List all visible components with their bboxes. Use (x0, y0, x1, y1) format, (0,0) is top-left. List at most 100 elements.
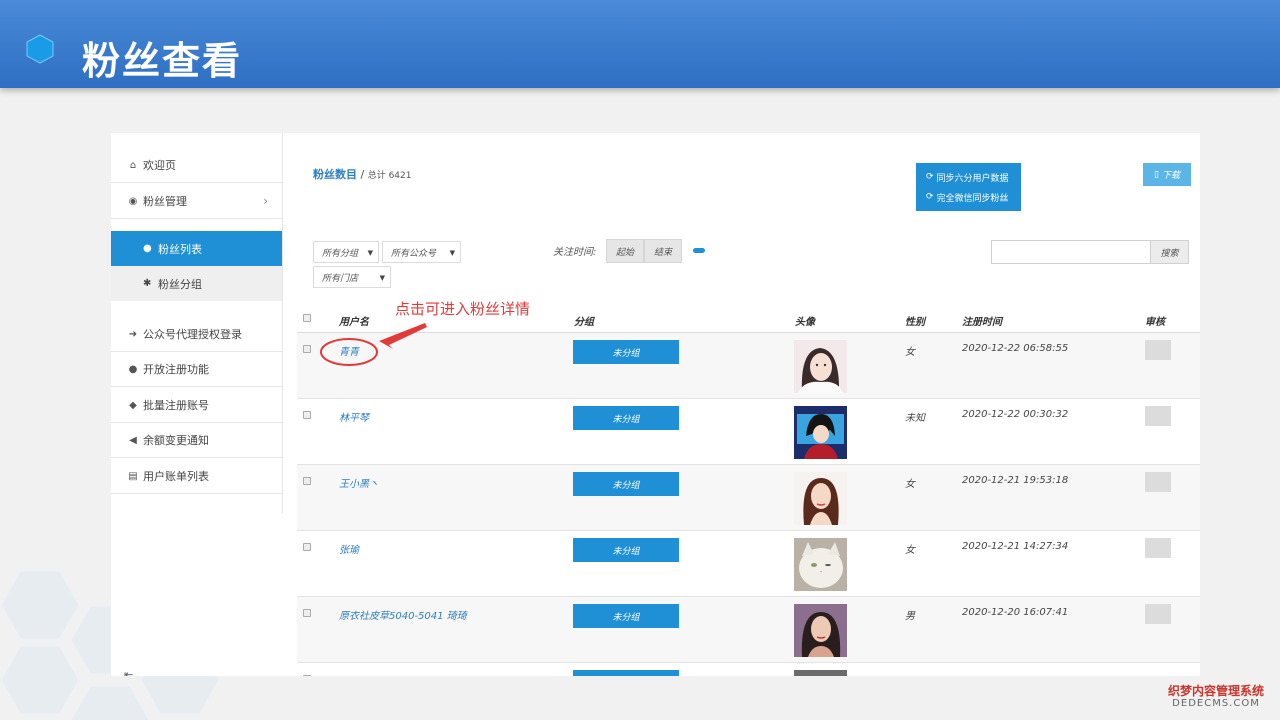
download-label: 下载 (1161, 171, 1180, 181)
gender-value: 女 (905, 479, 915, 490)
sidebar-item-label: 用户账单列表 (143, 470, 209, 483)
list-icon: ▤ (128, 470, 138, 482)
caret-down-icon: ▼ (367, 249, 373, 257)
table-row[interactable]: 张瑜 未分组 女 2020-12-21 14:27:34 (297, 531, 1200, 597)
sidebar-item-label: 欢迎页 (143, 159, 176, 172)
username-link[interactable]: 张瑜 (339, 541, 359, 556)
row-checkbox[interactable] (303, 609, 311, 617)
sidebar-item-label: 批量注册账号 (143, 399, 209, 412)
username-link[interactable]: 原衣社皮草5040-5041 琦琦 (339, 607, 467, 622)
column-header-audit: 审核 (1145, 317, 1165, 328)
refresh-icon: ⟳ (926, 192, 934, 202)
account-select[interactable]: 所有公众号 ▼ (382, 241, 461, 263)
group-button[interactable]: 未分组 (573, 538, 679, 562)
audit-toggle[interactable] (1145, 406, 1171, 426)
column-header-gender: 性别 (905, 317, 925, 328)
hexagon-icon (26, 34, 54, 64)
table-row[interactable]: 王小黑丶 未分组 女 2020-12-21 19:53:18 (297, 465, 1200, 531)
sidebar-subitem-label: 粉丝列表 (158, 242, 202, 256)
gender-value: 未知 (905, 413, 925, 424)
group-button[interactable]: 未分组 (573, 406, 679, 430)
select-all-checkbox[interactable] (303, 314, 311, 322)
store-select[interactable]: 所有门店 ▼ (313, 266, 391, 288)
row-checkbox[interactable] (303, 411, 311, 419)
sidebar-item-user-bills[interactable]: ▤ 用户账单列表 (111, 459, 282, 494)
file-download-icon: ▯ (1154, 169, 1159, 180)
sidebar-item-label: 余额变更通知 (143, 434, 209, 447)
gender-value: 女 (905, 347, 915, 358)
column-header-register-time: 注册时间 (962, 317, 1002, 328)
android-icon: ◆ (129, 399, 137, 411)
audit-toggle[interactable] (1145, 340, 1171, 360)
end-date-button[interactable]: 结束 (644, 239, 682, 263)
fans-total-count: 总计 6421 (367, 171, 412, 181)
username-link[interactable]: 青青 (339, 343, 359, 358)
sidebar-item-open-registration[interactable]: ● 开放注册功能 (111, 352, 282, 387)
download-button[interactable]: ▯ 下载 (1143, 163, 1191, 186)
sidebar-item-label: 粉丝管理 (143, 195, 187, 208)
sync-buttons: ⟳ 同步六分用户数据 ⟳ 完全微信同步粉丝 (916, 163, 1021, 211)
watermark-line2: DEDECMS.COM (1172, 698, 1260, 710)
sync-six-button[interactable]: ⟳ 同步六分用户数据 (926, 167, 1011, 187)
group-button[interactable]: 未分组 (573, 604, 679, 628)
gear-icon: ✱ (143, 278, 152, 289)
sync-full-label: 完全微信同步粉丝 (936, 193, 1009, 204)
row-checkbox[interactable] (303, 675, 311, 676)
sidebar-item-fans-management[interactable]: ◉ 粉丝管理 › (111, 184, 282, 219)
avatar (794, 604, 847, 657)
register-time-value: 2020-12-20 16:07:41 (962, 607, 1069, 618)
store-select-value: 所有门店 (322, 273, 359, 284)
sidebar-item-proxy-login[interactable]: ➜ 公众号代理授权登录 (111, 317, 282, 352)
caret-down-icon: ▼ (379, 274, 385, 282)
avatar (794, 472, 847, 525)
audit-toggle[interactable] (1145, 472, 1171, 492)
sidebar-subitem-fans-groups[interactable]: ✱ 粉丝分组 (111, 266, 282, 301)
sign-in-icon: ➜ (128, 328, 138, 340)
annotation-text: 点击可进入粉丝详情 (395, 300, 531, 318)
start-date-button[interactable]: 起始 (606, 239, 644, 263)
group-select-value: 所有分组 (322, 248, 359, 259)
caret-down-icon: ▼ (449, 249, 455, 257)
watermark: 织梦内容管理系统 DEDECMS.COM (1168, 684, 1264, 710)
sidebar-item-batch-register[interactable]: ◆ 批量注册账号 (111, 388, 282, 423)
date-clear-toggle[interactable] (693, 248, 705, 253)
group-button[interactable] (573, 670, 679, 676)
row-checkbox[interactable] (303, 543, 311, 551)
breadcrumb: 粉丝数目 / 总计 6421 (313, 166, 411, 182)
row-checkbox[interactable] (303, 477, 311, 485)
group-button[interactable]: 未分组 (573, 340, 679, 364)
user-icon: ● (128, 363, 138, 375)
chevron-right-icon: › (263, 194, 268, 208)
sync-full-wechat-button[interactable]: ⟳ 完全微信同步粉丝 (926, 187, 1011, 207)
group-select[interactable]: 所有分组 ▼ (313, 241, 379, 263)
sidebar-subitem-label: 粉丝分组 (158, 277, 202, 291)
avatar (794, 538, 847, 591)
group-button[interactable]: 未分组 (573, 472, 679, 496)
avatar (794, 406, 847, 459)
sidebar-item-label: 开放注册功能 (143, 363, 209, 376)
refresh-icon: ⟳ (926, 172, 934, 182)
audit-toggle[interactable] (1145, 538, 1171, 558)
search-input[interactable] (991, 240, 1151, 264)
search-button[interactable]: 搜索 (1150, 240, 1189, 264)
sidebar: ⌂ 欢迎页 ◉ 粉丝管理 › ● 粉丝列表 ✱ 粉丝分组 ➜ 公众号代理授权登录… (111, 133, 283, 513)
column-header-username: 用户名 (339, 317, 369, 328)
audit-toggle[interactable] (1145, 604, 1171, 624)
sidebar-item-welcome[interactable]: ⌂ 欢迎页 (111, 148, 282, 183)
row-checkbox[interactable] (303, 345, 311, 353)
sidebar-subitem-fans-list[interactable]: ● 粉丝列表 (111, 231, 282, 266)
table-row[interactable]: 青青 未分组 女 2020-12-22 06:58:55 (297, 333, 1200, 399)
sidebar-item-balance-notice[interactable]: ◀ 余额变更通知 (111, 423, 282, 458)
column-header-avatar: 头像 (795, 317, 815, 328)
table-row-partial[interactable] (297, 663, 1200, 676)
sidebar-item-label: 公众号代理授权登录 (143, 328, 242, 341)
gender-value: 男 (905, 611, 915, 622)
avatar (794, 670, 847, 676)
username-link[interactable]: 林平琴 (339, 409, 369, 424)
table-row[interactable]: 原衣社皮草5040-5041 琦琦 未分组 男 2020-12-20 16:07… (297, 597, 1200, 663)
sidebar-collapse-icon[interactable]: ⇤ (124, 668, 133, 676)
table-row[interactable]: 林平琴 未分组 未知 2020-12-22 00:30:32 (297, 399, 1200, 465)
avatar (794, 340, 847, 393)
account-select-value: 所有公众号 (391, 248, 437, 259)
username-link[interactable]: 王小黑丶 (339, 475, 379, 490)
